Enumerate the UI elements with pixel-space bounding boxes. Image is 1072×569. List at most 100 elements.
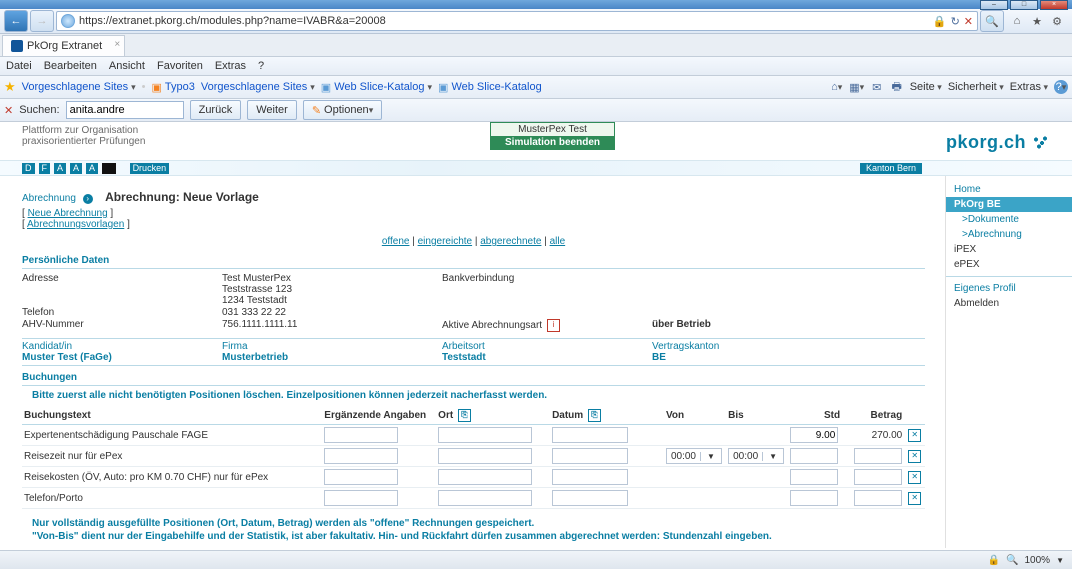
sidebar-item-abrechnung[interactable]: >Abrechnung [946, 227, 1072, 242]
erg-input[interactable] [324, 427, 398, 443]
ort-input[interactable] [438, 448, 532, 464]
menu-item[interactable]: Ansicht [109, 60, 145, 72]
erg-input[interactable] [324, 469, 398, 485]
sidebar-item-ipex[interactable]: iPEX [946, 242, 1072, 257]
link[interactable]: Muster Test (FaGe) [22, 352, 222, 363]
stop-icon[interactable]: ✕ [964, 15, 973, 28]
tools-icon[interactable]: ⚙ [1050, 14, 1064, 28]
find-close-icon[interactable]: ✕ [4, 104, 13, 117]
row-delete-icon[interactable]: ✕ [908, 492, 921, 505]
mail-icon[interactable]: ✉ [870, 80, 884, 94]
tab-close-icon[interactable]: × [114, 39, 120, 50]
sidebar-item-home[interactable]: Home [946, 182, 1072, 197]
favorites-icon[interactable]: ★ [1030, 14, 1044, 28]
sidebar-item-epex[interactable]: ePEX [946, 257, 1072, 272]
nav-forward-button[interactable]: → [30, 10, 54, 32]
window-close[interactable]: × [1040, 0, 1068, 10]
favlink[interactable]: Vorgeschlagene Sites [201, 81, 315, 93]
logo: pkorg.ch [946, 132, 1050, 153]
lang-chip[interactable]: D [22, 163, 35, 174]
extras-menu[interactable]: Extras [1010, 81, 1048, 93]
address-bar[interactable]: https://extranet.pkorg.ch/modules.php?na… [56, 11, 978, 31]
favorites-star-icon[interactable]: ★ [4, 79, 16, 95]
betrag-input[interactable] [854, 490, 902, 506]
betrag-input[interactable] [854, 448, 902, 464]
find-bar: ✕ Suchen: Zurück Weiter ✎Optionen [0, 99, 1072, 122]
info-icon[interactable]: i [547, 319, 560, 332]
zoom-icon[interactable]: 🔍 [1006, 555, 1018, 566]
menu-item[interactable]: Datei [6, 60, 32, 72]
copy-icon[interactable]: ⎘ [588, 409, 601, 422]
menu-item[interactable]: Bearbeiten [44, 60, 97, 72]
nav-back-button[interactable]: ← [4, 10, 28, 32]
print-chip[interactable]: Drucken [130, 163, 170, 174]
sidebar-item-logout[interactable]: Abmelden [946, 296, 1072, 311]
datum-input[interactable] [552, 448, 628, 464]
row-delete-icon[interactable]: ✕ [908, 429, 921, 442]
value: über Betrieb [652, 319, 862, 332]
favlink[interactable]: Vorgeschlagene Sites [22, 81, 136, 93]
std-input[interactable] [790, 427, 838, 443]
datum-input[interactable] [552, 490, 628, 506]
find-prev-button[interactable]: Zurück [190, 100, 242, 120]
page-menu[interactable]: Seite [910, 81, 942, 93]
tab-title: PkOrg Extranet [27, 40, 102, 52]
search-button[interactable]: 🔍 [980, 10, 1004, 32]
browser-tab[interactable]: PkOrg Extranet × [2, 35, 125, 56]
filter-link[interactable]: eingereichte [418, 236, 472, 247]
filter-link[interactable]: abgerechnete [480, 236, 541, 247]
std-input[interactable] [790, 490, 838, 506]
window-maximize[interactable]: □ [1010, 0, 1038, 10]
filter-link[interactable]: alle [550, 236, 566, 247]
favlink[interactable]: ▣ Web Slice-Katalog [321, 81, 432, 94]
erg-input[interactable] [324, 448, 398, 464]
ort-input[interactable] [438, 490, 532, 506]
std-input[interactable] [790, 448, 838, 464]
row-delete-icon[interactable]: ✕ [908, 471, 921, 484]
find-options-button[interactable]: ✎Optionen [303, 100, 382, 120]
link[interactable]: Teststadt [442, 352, 652, 363]
security-menu[interactable]: Sicherheit [948, 81, 1004, 93]
von-select[interactable]: 00:00▼ [666, 448, 722, 464]
breadcrumb-item[interactable]: Abrechnung [22, 193, 76, 204]
row-delete-icon[interactable]: ✕ [908, 450, 921, 463]
sidebar-item-pkorg[interactable]: PkOrg BE [946, 197, 1072, 212]
help-icon[interactable]: ? [1054, 80, 1068, 94]
ort-input[interactable] [438, 427, 532, 443]
link-vorlagen[interactable]: Abrechnungsvorlagen [27, 219, 124, 230]
fontsize-chip[interactable]: A [70, 163, 82, 174]
favlink[interactable]: ▣ Typo3 [151, 81, 194, 94]
home-dropdown-icon[interactable]: ⌂ [830, 80, 844, 94]
window-minimize[interactable]: – [980, 0, 1008, 10]
refresh-icon[interactable]: ↻ [951, 15, 960, 28]
menu-item[interactable]: Favoriten [157, 60, 203, 72]
fontsize-chip[interactable]: A [86, 163, 98, 174]
filter-link[interactable]: offene [382, 236, 410, 247]
copy-icon[interactable]: ⎘ [458, 409, 471, 422]
feeds-icon[interactable]: ▦ [850, 80, 864, 94]
table-row: Telefon/Porto✕ [22, 488, 925, 509]
home-icon[interactable]: ⌂ [1010, 14, 1024, 28]
sidebar-item-profil[interactable]: Eigenes Profil [946, 281, 1072, 296]
datum-input[interactable] [552, 427, 628, 443]
find-next-button[interactable]: Weiter [247, 100, 297, 120]
menu-item[interactable]: Extras [215, 60, 246, 72]
erg-input[interactable] [324, 490, 398, 506]
std-input[interactable] [790, 469, 838, 485]
simulation-stop-button[interactable]: Simulation beenden [491, 136, 614, 149]
sidebar-item-dokumente[interactable]: >Dokumente [946, 212, 1072, 227]
betrag-input[interactable] [854, 469, 902, 485]
link[interactable]: Musterbetrieb [222, 352, 442, 363]
datum-input[interactable] [552, 469, 628, 485]
zoom-dropdown-icon[interactable]: ▼ [1056, 556, 1064, 565]
lang-chip[interactable]: F [39, 163, 51, 174]
favlink[interactable]: ▣ Web Slice-Katalog [438, 81, 542, 94]
print-icon[interactable]: 🖶 [890, 80, 904, 94]
fontsize-chip[interactable]: A [54, 163, 66, 174]
ort-input[interactable] [438, 469, 532, 485]
find-input[interactable] [66, 101, 184, 119]
link-new-abrechnung[interactable]: Neue Abrechnung [28, 208, 108, 219]
contrast-chip[interactable] [102, 163, 116, 174]
menu-item[interactable]: ? [258, 60, 264, 72]
bis-select[interactable]: 00:00▼ [728, 448, 784, 464]
